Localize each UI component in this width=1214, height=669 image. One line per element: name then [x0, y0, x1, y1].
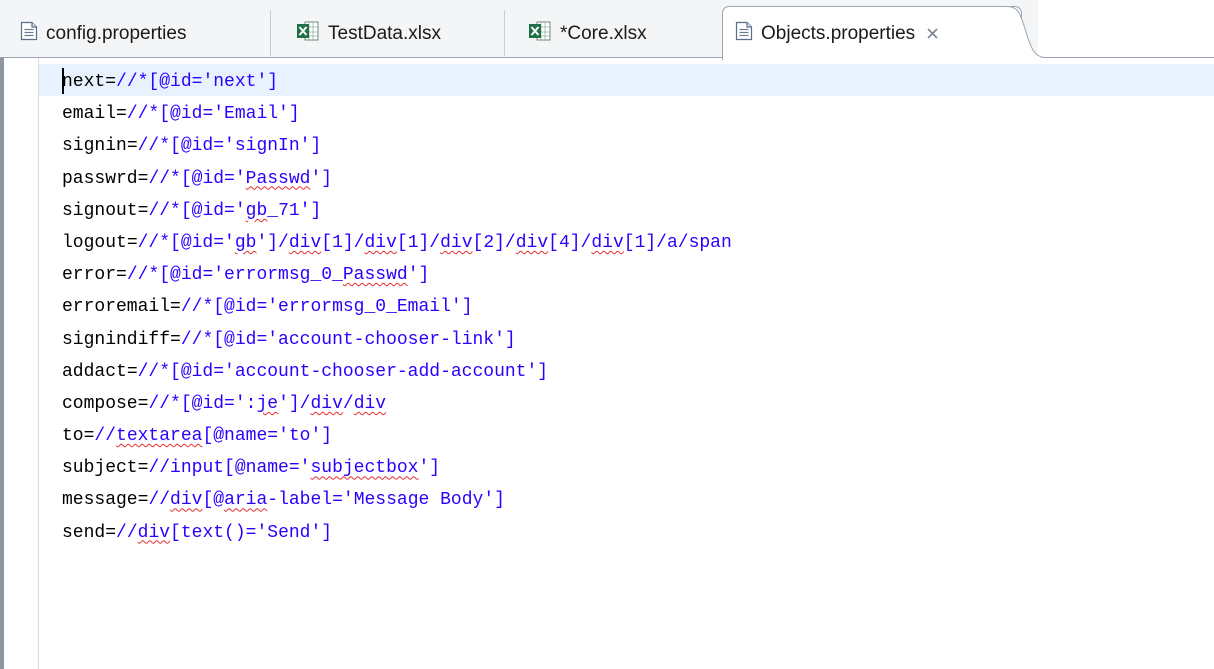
tab-label: TestData.xlsx	[328, 23, 441, 44]
active-tab-edge	[1006, 6, 1046, 60]
code-line: signout=//*[@id='gb_71']	[62, 200, 322, 221]
code-line: erroremail=//*[@id='errormsg_0_Email']	[62, 297, 473, 318]
tab-core-xlsx[interactable]: *Core.xlsx	[528, 10, 647, 58]
code-area[interactable]: next=//*[@id='next'] email=//*[@id='Email…	[62, 66, 732, 549]
code-line: logout=//*[@id='gb']/div[1]/div[1]/div[2…	[62, 232, 732, 253]
tab-config-properties[interactable]: config.properties	[20, 10, 186, 58]
tab-separator	[504, 10, 505, 56]
excel-file-icon	[528, 20, 552, 48]
code-line: error=//*[@id='errormsg_0_Passwd']	[62, 265, 430, 286]
eclipse-editor-window: config.properties TestData.xlsx *Core.xl…	[0, 0, 1214, 669]
tab-bar-empty-area	[1038, 0, 1214, 58]
editor-tab-bar: config.properties TestData.xlsx *Core.xl…	[0, 0, 1214, 60]
code-line: message=//div[@aria-label='Message Body'…	[62, 490, 505, 511]
code-line: subject=//input[@name='subjectbox']	[62, 458, 441, 479]
code-line: signin=//*[@id='signIn']	[62, 136, 322, 157]
tab-testdata-xlsx[interactable]: TestData.xlsx	[296, 10, 441, 58]
text-editor[interactable]: next=//*[@id='next'] email=//*[@id='Email…	[0, 58, 1214, 669]
editor-gutter	[4, 58, 29, 669]
code-line: to=//textarea[@name='to']	[62, 426, 333, 447]
tab-label: Objects.properties	[761, 22, 916, 44]
excel-file-icon	[296, 20, 320, 48]
tab-label: config.properties	[46, 23, 187, 44]
code-line: signindiff=//*[@id='account-chooser-link…	[62, 329, 516, 350]
tab-objects-properties[interactable]: Objects.properties	[722, 6, 1022, 60]
code-line: send=//div[text()='Send']	[62, 522, 333, 543]
tab-separator	[270, 10, 271, 56]
code-line: addact=//*[@id='account-chooser-add-acco…	[62, 361, 549, 382]
properties-file-icon	[735, 21, 753, 47]
text-cursor	[62, 68, 64, 94]
code-line: compose=//*[@id=':je']/div/div	[62, 393, 387, 414]
close-icon[interactable]	[925, 27, 939, 41]
properties-file-icon	[20, 21, 38, 47]
code-line: email=//*[@id='Email']	[62, 104, 300, 125]
code-line: passwrd=//*[@id='Passwd']	[62, 168, 333, 189]
code-line: next=//*[@id='next']	[62, 72, 279, 92]
tab-label: *Core.xlsx	[560, 23, 647, 44]
gutter-divider	[38, 58, 39, 669]
